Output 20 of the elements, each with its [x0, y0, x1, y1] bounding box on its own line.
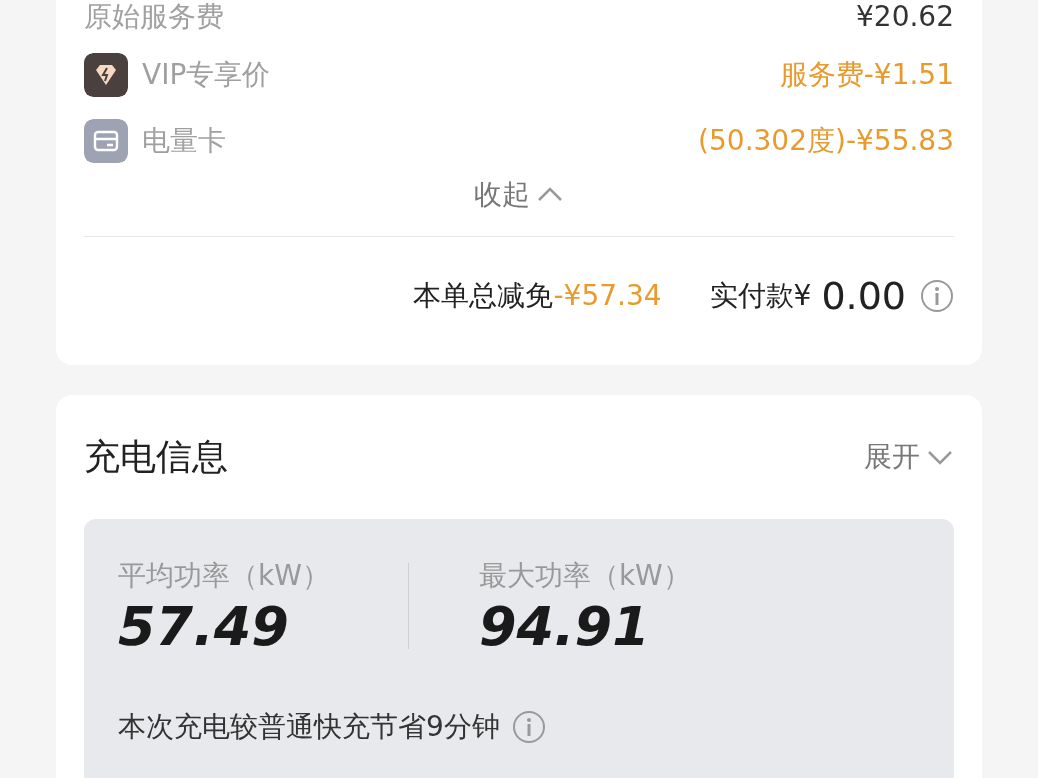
paid-amount: 0.00 [821, 272, 906, 320]
info-icon [511, 710, 546, 745]
stat-label: 最大功率（kW） [478, 558, 691, 594]
fee-label: 电量卡 [142, 123, 226, 159]
expand-toggle[interactable]: 展开 [864, 436, 954, 478]
savings-note: 本次充电较普通快充节省9分钟 [118, 709, 500, 746]
fee-label: 原始服务费 [84, 0, 224, 34]
fee-label: VIP专享价 [142, 57, 271, 93]
stat-value: 94.91 [478, 597, 651, 657]
discount-total: 本单总减免-¥57.34 [413, 278, 662, 314]
fee-value: ¥20.62 [856, 0, 954, 34]
stat-label: 平均功率（kW） [118, 558, 330, 594]
stat-value: 57.49 [118, 597, 290, 657]
card-icon [84, 119, 128, 163]
fee-value: (50.302度)-¥55.83 [698, 123, 954, 159]
fee-value: 服务费-¥1.51 [779, 57, 954, 93]
info-icon [920, 279, 954, 313]
collapse-toggle[interactable]: 收起 [474, 174, 564, 216]
paid-label: 实付款¥ [709, 278, 812, 314]
section-title: 充电信息 [84, 435, 228, 479]
